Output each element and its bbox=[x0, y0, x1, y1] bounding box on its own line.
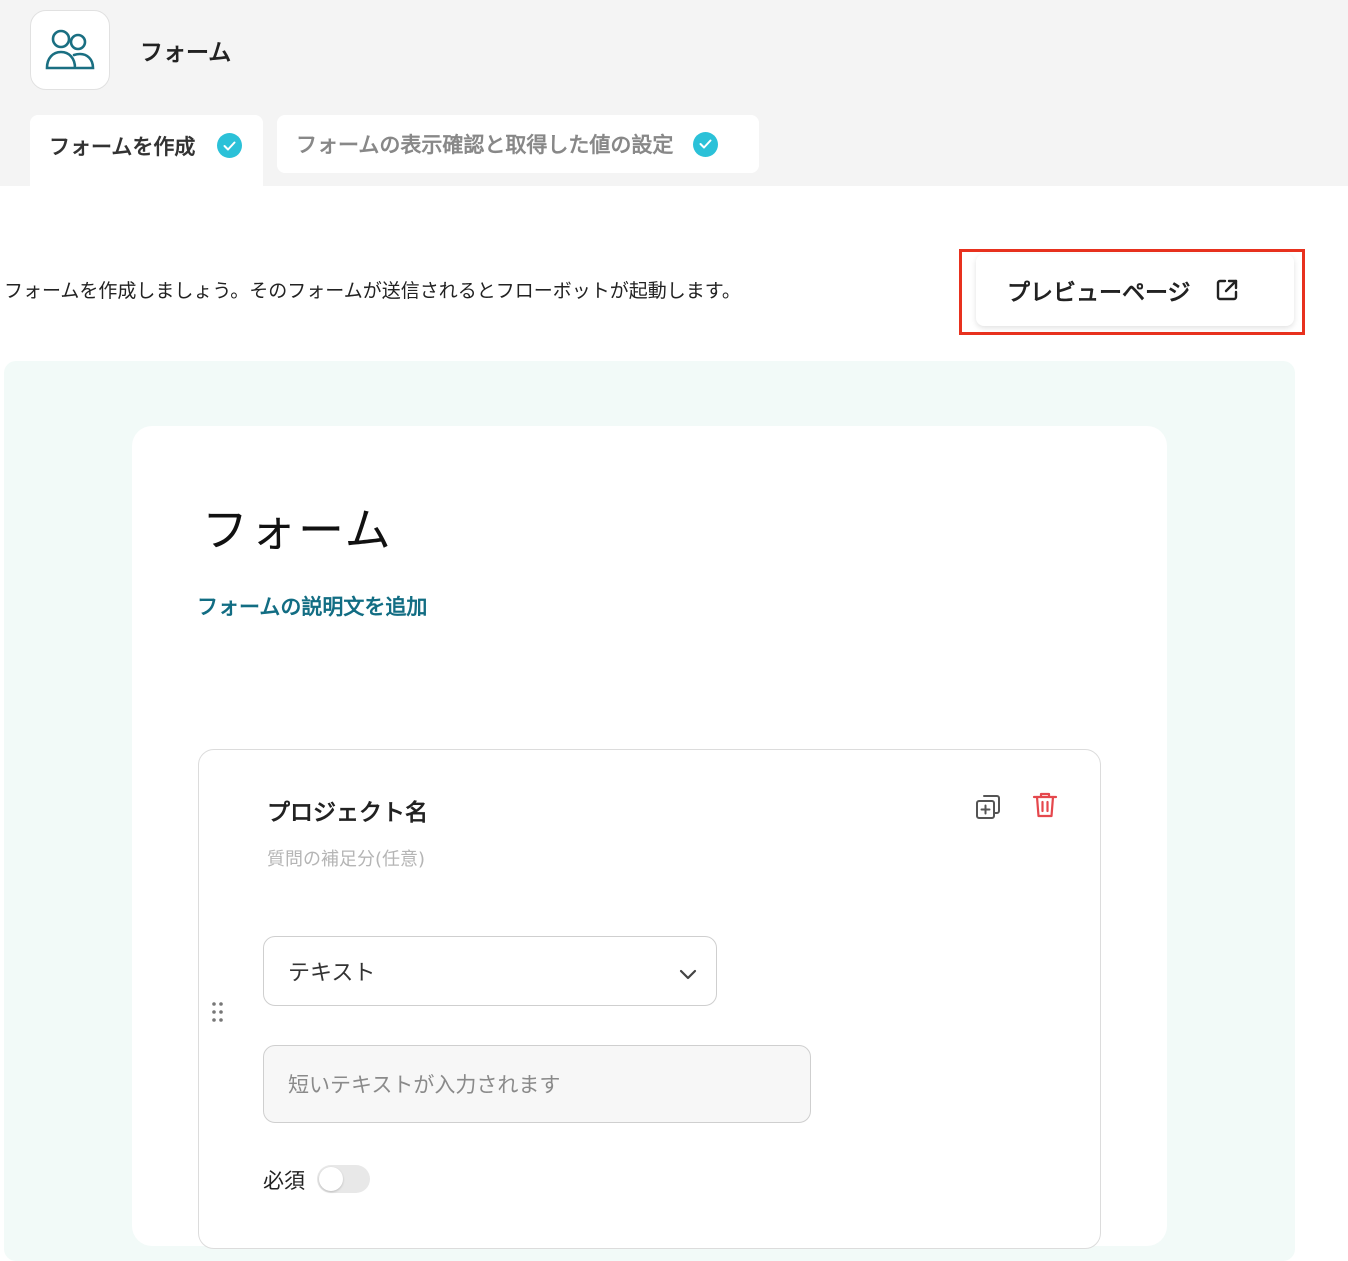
preview-label: プレビューページ bbox=[1007, 280, 1191, 306]
users-icon bbox=[45, 29, 95, 70]
selected-type: テキスト bbox=[288, 961, 376, 986]
duplicate-button[interactable] bbox=[973, 792, 1003, 822]
check-circle-icon bbox=[217, 133, 243, 158]
question-type-select[interactable]: テキスト bbox=[263, 936, 717, 1006]
tab-confirm-settings[interactable]: フォームの表示確認と取得した値の設定 bbox=[277, 115, 759, 173]
add-description-link[interactable]: フォームの説明文を追加 bbox=[197, 591, 427, 621]
external-link-icon bbox=[1215, 278, 1239, 302]
app-icon bbox=[30, 10, 110, 90]
drag-handle-icon[interactable] bbox=[209, 1000, 227, 1024]
page-description: フォームを作成しましょう。そのフォームが送信されるとフローボットが起動します。 bbox=[4, 280, 741, 302]
app-title: フォーム bbox=[140, 40, 232, 66]
toggle-knob bbox=[319, 1167, 343, 1191]
check-circle-icon bbox=[693, 131, 719, 157]
short-text-preview-input[interactable]: 短いテキストが入力されます bbox=[263, 1045, 811, 1123]
tab-create-form[interactable]: フォームを作成 bbox=[30, 115, 263, 186]
required-toggle[interactable] bbox=[317, 1165, 370, 1193]
question-help-input[interactable]: 質問の補足分(任意) bbox=[267, 845, 425, 871]
tab-label: フォームの表示確認と取得した値の設定 bbox=[296, 133, 674, 157]
preview-page-button[interactable]: プレビューページ bbox=[976, 254, 1294, 326]
delete-button[interactable] bbox=[1030, 790, 1060, 820]
required-label: 必須 bbox=[263, 1169, 305, 1193]
question-title[interactable]: プロジェクト名 bbox=[267, 793, 428, 827]
trash-icon bbox=[1032, 792, 1058, 818]
copy-icon bbox=[976, 795, 1000, 819]
header: フォーム フォームを作成 フォームの表示確認と取得した値の設定 bbox=[0, 0, 1348, 186]
form-title[interactable]: フォーム bbox=[202, 494, 393, 560]
tab-label: フォームを作成 bbox=[49, 135, 196, 159]
chevron-down-icon bbox=[678, 963, 698, 988]
